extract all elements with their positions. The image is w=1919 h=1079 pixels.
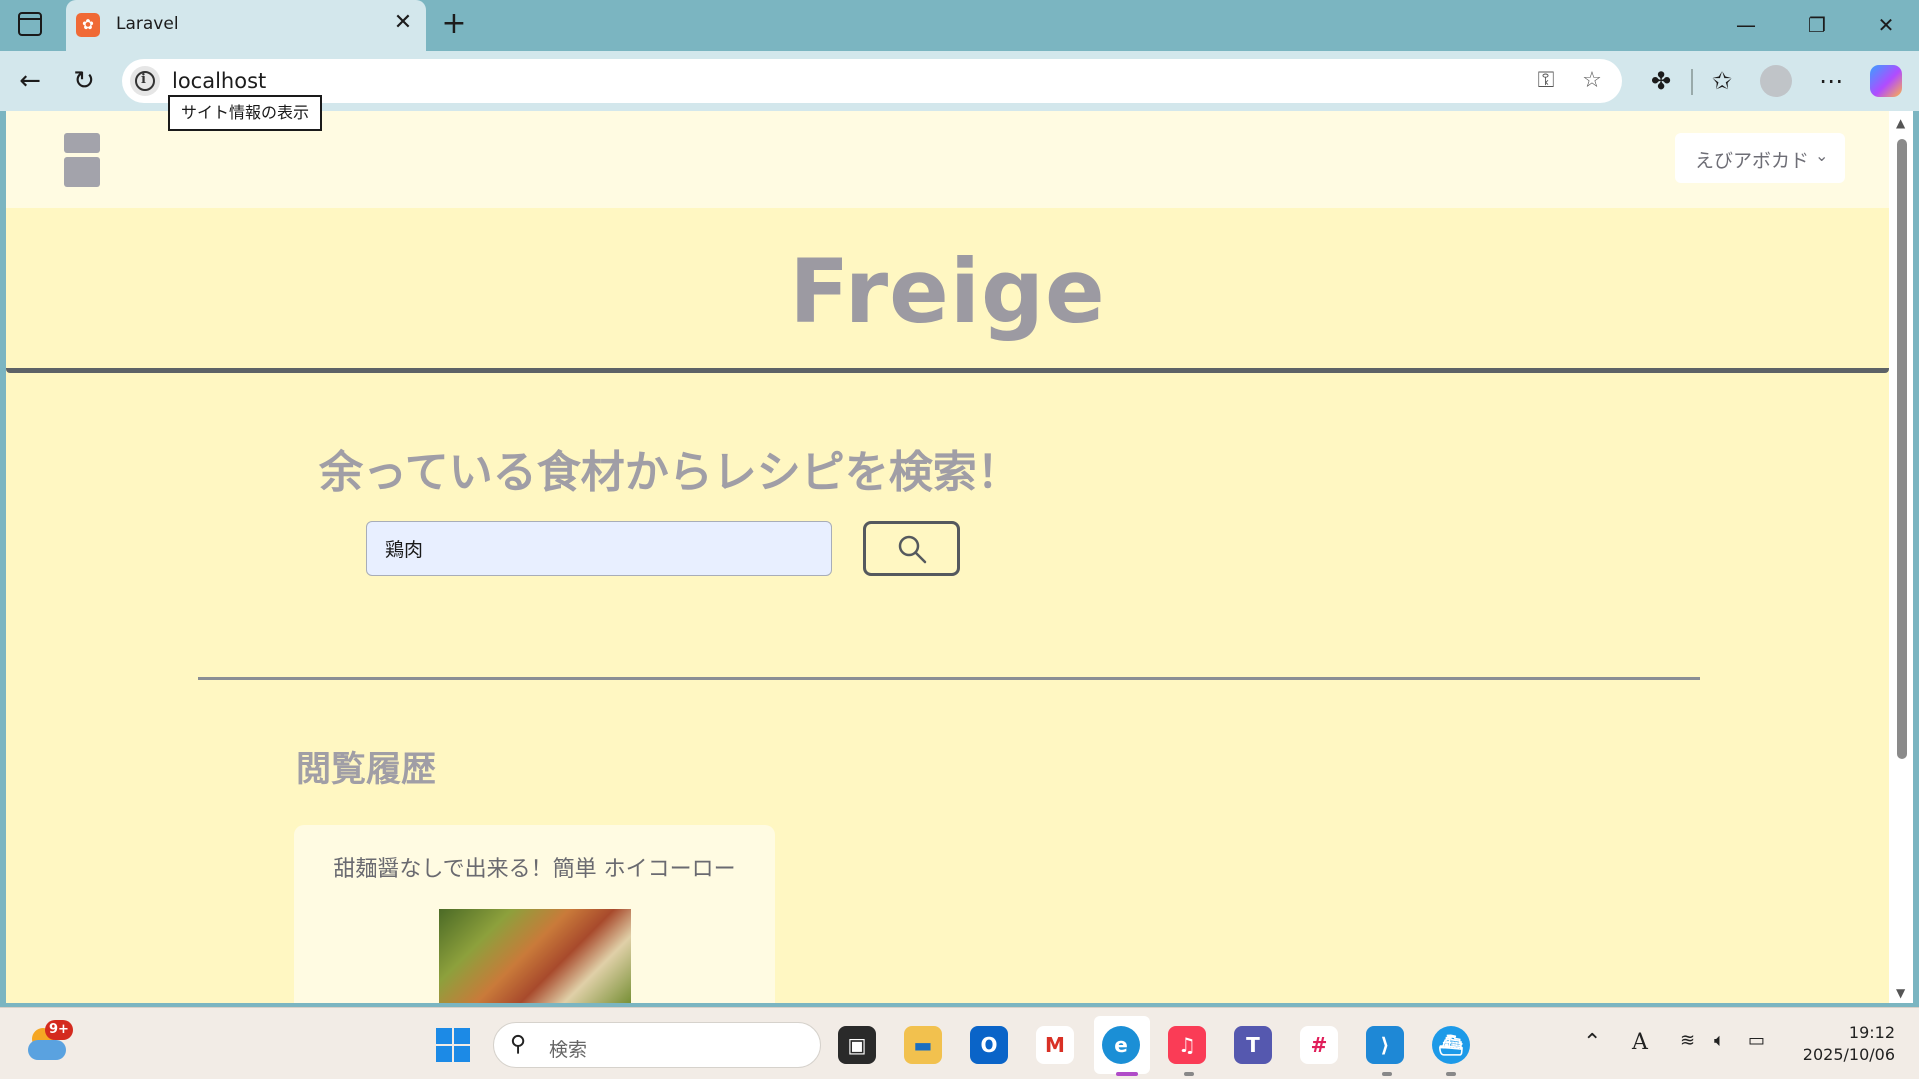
edge-running-indicator [1116, 1072, 1138, 1076]
search-icon [898, 535, 927, 564]
clock-time: 19:12 [1848, 1023, 1895, 1042]
ime-mode-indicator[interactable]: A [1632, 1030, 1648, 1055]
close-window-button[interactable]: ✕ [1866, 8, 1906, 42]
address-bar[interactable]: localhost ⚿ ☆ [122, 59, 1622, 103]
favorite-star-icon[interactable]: ☆ [1576, 65, 1608, 97]
battery-icon[interactable]: ▭ [1748, 1030, 1765, 1051]
vscode-icon[interactable]: ⟩ [1366, 1026, 1404, 1064]
more-options-icon[interactable]: ⋯ [1813, 63, 1849, 99]
browser-tab[interactable]: ✿ Laravel ✕ [66, 0, 426, 51]
docker-running-indicator [1446, 1072, 1456, 1076]
scroll-down-arrow-icon[interactable]: ▼ [1896, 986, 1905, 1000]
extensions-icon[interactable]: ✤ [1643, 63, 1679, 99]
task-view-icon[interactable]: ▣ [838, 1026, 876, 1064]
volume-icon[interactable]: 🔈︎ [1714, 1030, 1725, 1051]
favorites-icon[interactable]: ✩ [1704, 63, 1740, 99]
apple-music-icon[interactable]: ♫ [1168, 1026, 1206, 1064]
section-divider [198, 677, 1700, 680]
user-menu-dropdown[interactable]: えびアボカド ⌄ [1675, 133, 1845, 183]
password-key-icon[interactable]: ⚿ [1530, 65, 1562, 97]
weather-badge: 9+ [45, 1020, 73, 1040]
windows-start-icon[interactable] [436, 1028, 470, 1062]
tab-actions-icon[interactable] [18, 12, 42, 36]
laravel-favicon-icon: ✿ [76, 13, 100, 37]
user-name: えびアボカド [1695, 150, 1810, 172]
taskbar-clock[interactable]: 19:12 2025/10/06 [1795, 1022, 1895, 1066]
new-tab-button[interactable]: + [438, 8, 470, 40]
address-url[interactable]: localhost [172, 69, 266, 93]
fridge-logo-icon[interactable] [64, 133, 100, 187]
taskbar-search-box[interactable]: ⚲ 検索 [493, 1022, 821, 1068]
profile-avatar[interactable] [1760, 65, 1792, 97]
vscode-running-indicator [1382, 1072, 1392, 1076]
refresh-button[interactable]: ↻ [66, 63, 102, 99]
app-brand-title: Freige [789, 240, 1106, 343]
windows-taskbar: 9+ ⚲ 検索 ▣ ▬ O M e ♫ T # ⟩ ⛴ ⌃ A ≋ 🔈︎ ▭ 1… [0, 1007, 1919, 1079]
recipe-image[interactable] [439, 909, 631, 1003]
ingredient-search-input[interactable] [366, 521, 832, 576]
site-info-tooltip: サイト情報の表示 [168, 95, 323, 131]
recipe-title[interactable]: 甜麺醤なしで出来る！簡単 ホイコーロー [294, 851, 775, 883]
gmail-icon[interactable]: M [1036, 1026, 1074, 1064]
site-info-icon[interactable] [130, 66, 160, 96]
toolbar-separator [1691, 69, 1693, 95]
browser-titlebar: ✿ Laravel ✕ + — ❐ ✕ [0, 0, 1919, 51]
copilot-icon[interactable] [1870, 65, 1902, 97]
outlook-icon[interactable]: O [970, 1026, 1008, 1064]
search-icon: ⚲ [510, 1032, 527, 1057]
page-viewport: えびアボカド ⌄ Freige 余っている食材からレシピを検索！ 閲覧履歴 甜麺… [6, 111, 1889, 1003]
history-recipe-card[interactable]: 甜麺醤なしで出来る！簡単 ホイコーロー [294, 825, 775, 1003]
wifi-icon[interactable]: ≋ [1680, 1030, 1695, 1051]
chevron-down-icon: ⌄ [1815, 146, 1829, 165]
docker-icon[interactable]: ⛴ [1432, 1026, 1470, 1064]
teams-icon[interactable]: T [1234, 1026, 1272, 1064]
minimize-window-button[interactable]: — [1726, 8, 1766, 42]
taskbar-search-placeholder: 検索 [549, 1039, 588, 1061]
edge-browser-icon[interactable]: e [1102, 1026, 1140, 1064]
hero-banner: Freige [6, 208, 1889, 373]
close-tab-icon[interactable]: ✕ [390, 10, 416, 36]
clock-date: 2025/10/06 [1802, 1045, 1895, 1064]
show-hidden-icons-chevron-icon[interactable]: ⌃ [1583, 1030, 1601, 1055]
scrollbar-thumb[interactable] [1897, 139, 1907, 759]
history-heading: 閲覧履歴 [296, 750, 437, 790]
search-button[interactable] [863, 521, 960, 576]
scroll-up-arrow-icon[interactable]: ▲ [1896, 116, 1905, 130]
restore-window-button[interactable]: ❐ [1797, 8, 1837, 42]
back-button[interactable]: ← [12, 63, 48, 99]
file-explorer-icon[interactable]: ▬ [904, 1026, 942, 1064]
tab-title: Laravel [116, 14, 179, 34]
search-heading: 余っている食材からレシピを検索！ [319, 447, 1021, 498]
music-running-indicator [1184, 1072, 1194, 1076]
slack-icon[interactable]: # [1300, 1026, 1338, 1064]
